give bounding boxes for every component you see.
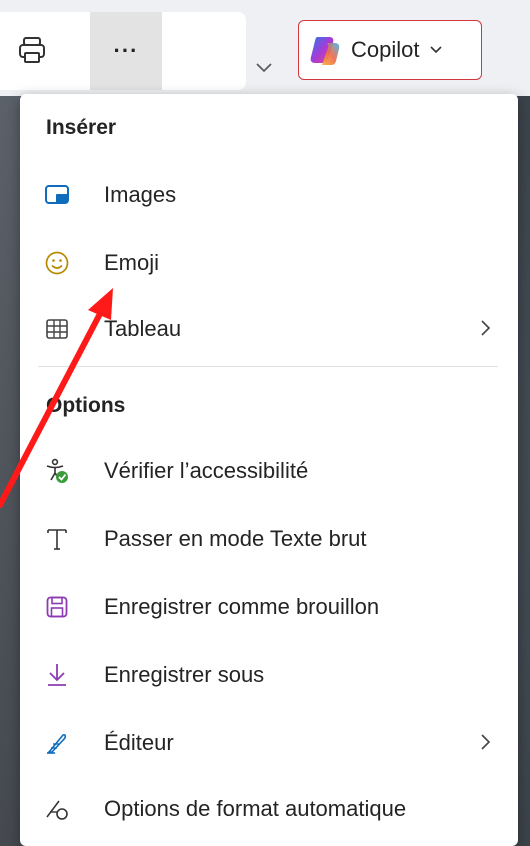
more-options-menu: Insérer Images Emoji Tableau Options Vér… [20,94,518,846]
menu-item-label: Enregistrer sous [104,662,265,687]
menu-item-images[interactable]: Images [34,166,504,224]
menu-item-label: Tableau [104,316,182,341]
save-icon [42,592,72,622]
copilot-button[interactable]: Copilot [298,20,482,80]
chevron-down-icon [430,46,443,54]
background-panel [0,96,20,846]
autoformat-icon [42,794,72,824]
download-icon [42,660,72,690]
menu-item-autoformat-options[interactable]: Options de format automatique [34,780,504,838]
menu-item-table[interactable]: Tableau [34,300,504,358]
copilot-label: Copilot [351,37,420,62]
menu-item-label: Emoji [104,250,160,275]
emoji-icon [42,248,72,278]
menu-item-save-as[interactable]: Enregistrer sous [34,646,504,704]
copilot-logo-icon [310,37,340,65]
toolbar: ··· Copilot [0,0,530,96]
image-icon [42,180,72,210]
menu-divider [38,366,498,367]
menu-item-editor[interactable]: Éditeur [34,714,504,772]
menu-item-check-accessibility[interactable]: Vérifier l’accessibilité [34,442,504,500]
accessibility-check-icon [42,456,72,486]
chevron-right-icon [481,734,491,750]
menu-item-plain-text[interactable]: Passer en mode Texte brut [34,510,504,568]
toolbar-expand-button[interactable] [250,52,278,82]
print-icon [19,37,45,63]
more-options-label: ··· [113,38,139,63]
editor-pen-icon [42,728,72,758]
text-icon [42,524,72,554]
menu-item-label: Passer en mode Texte brut [104,526,367,551]
menu-item-label: Éditeur [104,730,174,755]
menu-item-emoji[interactable]: Emoji [34,234,504,292]
menu-item-label: Options de format automatique [104,796,407,821]
more-options-button[interactable]: ··· [90,12,162,90]
chevron-right-icon [481,320,491,336]
table-icon [42,314,72,344]
print-button[interactable] [14,30,50,70]
menu-item-label: Images [104,182,177,207]
menu-item-label: Enregistrer comme brouillon [104,594,380,619]
section-header-options: Options [46,394,126,417]
section-header-insert: Insérer [46,116,117,139]
chevron-down-icon [256,63,272,73]
menu-item-save-draft[interactable]: Enregistrer comme brouillon [34,578,504,636]
menu-item-label: Vérifier l’accessibilité [104,458,309,483]
